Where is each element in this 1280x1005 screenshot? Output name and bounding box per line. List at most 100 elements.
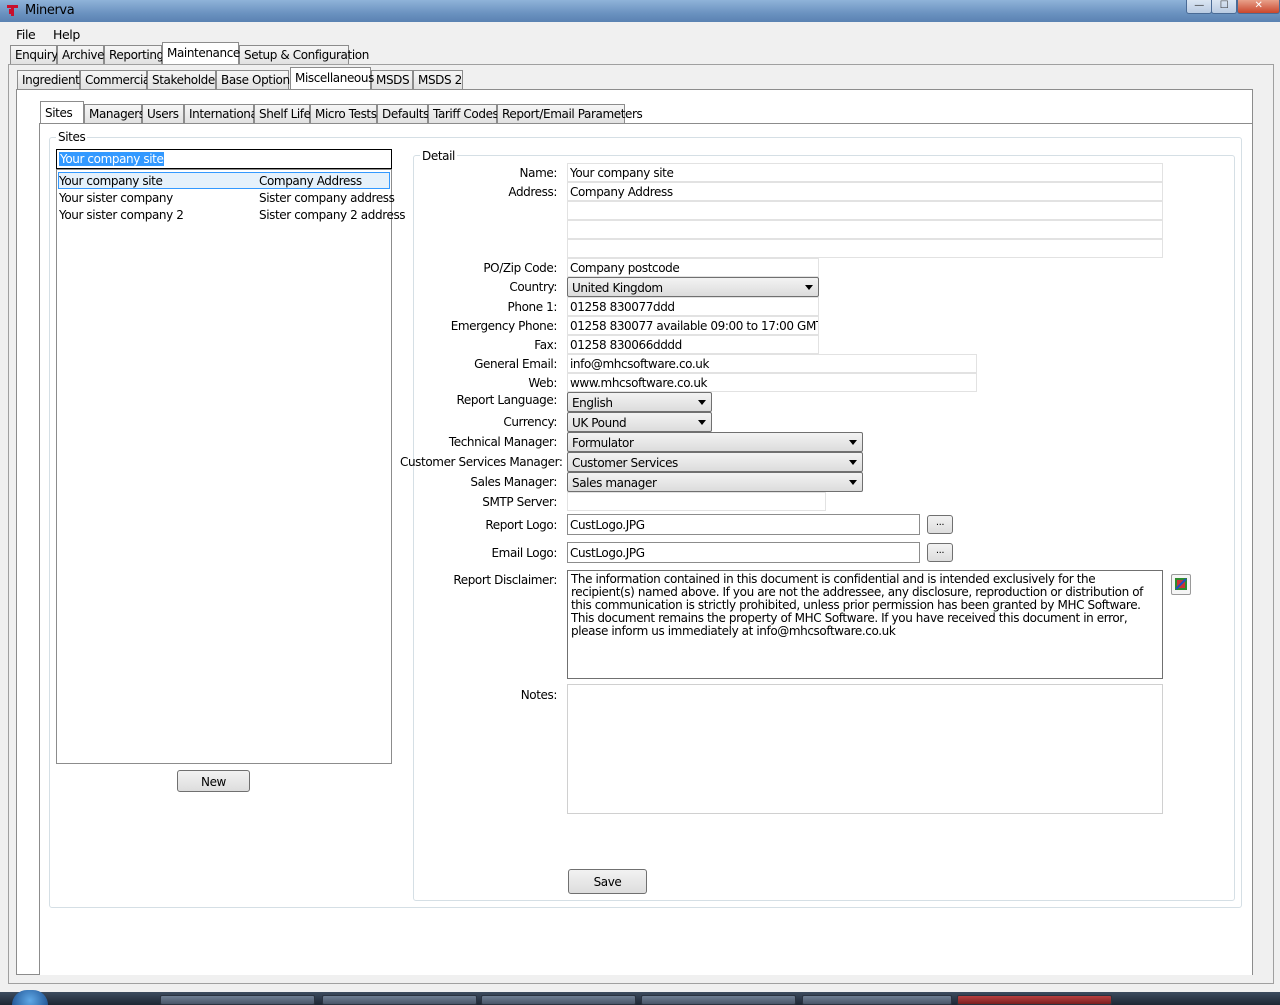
name-field[interactable]: Your company site [567, 163, 1163, 182]
chevron-down-icon [805, 285, 813, 290]
taskbar-item[interactable] [322, 995, 477, 1005]
site-filter-input[interactable]: Your company site [56, 149, 392, 169]
tab-stakeholder[interactable]: Stakeholder [147, 70, 220, 89]
taskbar-item[interactable] [481, 995, 636, 1005]
customer-services-manager-select[interactable]: Customer Services [567, 452, 863, 472]
report-language-label: Report Language: [456, 393, 558, 407]
list-item[interactable]: Your sister company 2 Sister company 2 a… [58, 207, 406, 224]
sales-manager-value: Sales manager [572, 476, 657, 490]
tab-shelf-life[interactable]: Shelf Life [254, 104, 311, 123]
currency-select[interactable]: UK Pound [567, 412, 712, 432]
spellcheck-icon [1175, 578, 1187, 590]
address-line1-field[interactable]: Company Address [567, 182, 1163, 201]
notes-label: Notes: [520, 688, 558, 702]
postcode-label: PO/Zip Code: [483, 261, 557, 275]
sites-list[interactable]: Your company site Company Address Your s… [56, 169, 406, 764]
minimize-button[interactable]: — [1186, 0, 1212, 14]
email-logo-browse-button[interactable]: ... [927, 543, 953, 562]
spellcheck-button[interactable] [1171, 574, 1191, 595]
report-logo-field[interactable]: CustLogo.JPG [567, 514, 920, 535]
site-name: Your company site [59, 174, 163, 188]
country-select[interactable]: United Kingdom [567, 277, 819, 297]
web-field[interactable]: www.mhcsoftware.co.uk [567, 373, 977, 392]
tab-maintenance[interactable]: Maintenance [162, 42, 240, 64]
address-line2-field[interactable] [567, 201, 1163, 220]
save-button[interactable]: Save [568, 869, 647, 894]
customer-services-manager-label: Customer Services Manager: [400, 455, 563, 469]
report-language-value: English [572, 396, 613, 410]
tab-micro-tests[interactable]: Micro Tests [310, 104, 377, 123]
currency-value: UK Pound [572, 416, 627, 430]
smtp-server-label: SMTP Server: [482, 495, 557, 509]
report-logo-label: Report Logo: [485, 518, 557, 532]
list-item[interactable]: Your sister company Sister company addre… [58, 190, 395, 207]
fax-label: Fax: [534, 338, 557, 352]
maximize-button[interactable]: ☐ [1211, 0, 1237, 14]
address-line3-field[interactable] [567, 220, 1163, 239]
technical-manager-label: Technical Manager: [448, 435, 558, 449]
tab-commercial[interactable]: Commercial [80, 70, 153, 89]
taskbar-item[interactable] [641, 995, 796, 1005]
address-line4-field[interactable] [567, 239, 1163, 258]
chevron-down-icon [849, 460, 857, 465]
report-disclaimer-label: Report Disclaimer: [453, 573, 557, 587]
menu-help[interactable]: Help [53, 27, 80, 42]
sales-manager-select[interactable]: Sales manager [567, 472, 863, 492]
menu-file[interactable]: File [16, 27, 36, 42]
site-address: Company Address [259, 174, 362, 188]
tab-setup-configuration[interactable]: Setup & Configuration [239, 45, 369, 64]
taskbar-item-active[interactable] [957, 995, 1112, 1005]
tab-enquiry[interactable]: Enquiry [10, 45, 58, 64]
tab-tariff-codes[interactable]: Tariff Codes [428, 104, 499, 123]
sales-manager-label: Sales Manager: [470, 475, 557, 489]
general-email-field[interactable]: info@mhcsoftware.co.uk [567, 354, 977, 373]
address-label: Address: [508, 185, 557, 199]
tab-managers[interactable]: Managers [84, 104, 145, 123]
web-label: Web: [528, 376, 557, 390]
tab-msds[interactable]: MSDS [371, 70, 413, 89]
tab-archive[interactable]: Archive [57, 45, 105, 64]
report-language-select[interactable]: English [567, 392, 712, 412]
country-label: Country: [509, 280, 557, 294]
postcode-field[interactable]: Company postcode [567, 258, 819, 277]
list-item[interactable]: Your company site Company Address [58, 172, 390, 189]
general-email-label: General Email: [474, 357, 557, 371]
tab-defaults[interactable]: Defaults [377, 104, 429, 123]
site-name: Your sister company [59, 191, 173, 205]
country-value: United Kingdom [572, 281, 663, 295]
tab-ingredients[interactable]: Ingredients [17, 70, 86, 89]
tab-report-email-parameters[interactable]: Report/Email Parameters [497, 104, 643, 123]
site-name: Your sister company 2 [59, 208, 184, 222]
chevron-down-icon [849, 440, 857, 445]
site-filter-value: Your company site [59, 152, 165, 166]
tab-users[interactable]: Users [142, 104, 184, 123]
smtp-server-field[interactable] [567, 492, 826, 511]
title-bar [0, 0, 1280, 22]
tab-msds-2[interactable]: MSDS 2 [413, 70, 463, 89]
tab-international[interactable]: International [184, 104, 261, 123]
chevron-down-icon [698, 420, 706, 425]
emergency-phone-field[interactable]: 01258 830077 available 09:00 to 17:00 GM… [567, 316, 819, 335]
fax-field[interactable]: 01258 830066dddd [567, 335, 819, 354]
sites-group-label: Sites [56, 130, 88, 144]
report-logo-browse-button[interactable]: ... [927, 515, 953, 534]
tab-reporting[interactable]: Reporting [104, 45, 164, 64]
tab-sites[interactable]: Sites [40, 101, 84, 123]
taskbar-item[interactable] [160, 995, 315, 1005]
close-button[interactable]: ✕ [1237, 0, 1280, 14]
notes-textarea[interactable] [567, 684, 1163, 814]
email-logo-field[interactable]: CustLogo.JPG [567, 542, 920, 563]
taskbar-item[interactable] [802, 995, 952, 1005]
phone1-field[interactable]: 01258 830077ddd [567, 297, 819, 316]
phone1-label: Phone 1: [507, 300, 558, 314]
tab-miscellaneous[interactable]: Miscellaneous [290, 67, 374, 89]
detail-group-label: Detail [420, 149, 457, 163]
email-logo-label: Email Logo: [491, 546, 557, 560]
minerva-logo-icon [7, 5, 18, 16]
technical-manager-select[interactable]: Formulator [567, 432, 863, 452]
new-site-button[interactable]: New [177, 770, 250, 792]
tab-base-options[interactable]: Base Options [216, 70, 296, 89]
technical-manager-value: Formulator [572, 436, 634, 450]
window-title: Minerva [25, 3, 75, 18]
report-disclaimer-textarea[interactable]: The information contained in this docume… [567, 570, 1163, 679]
